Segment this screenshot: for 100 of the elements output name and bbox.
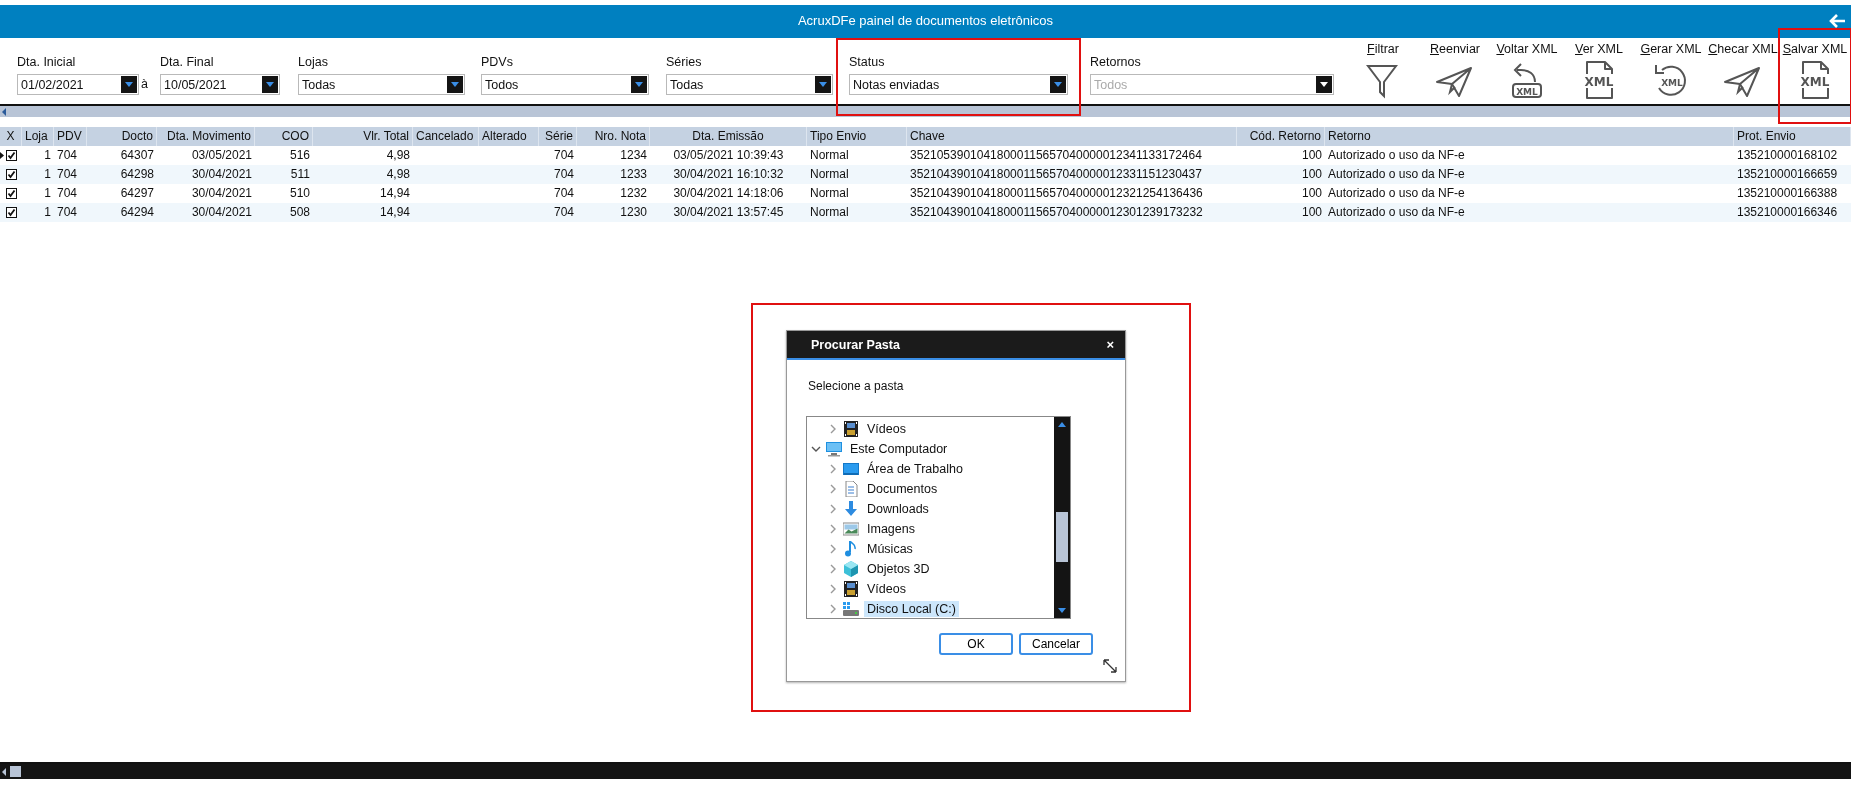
- table-cell-text: 30/04/2021 13:57:45: [673, 204, 784, 221]
- table-cell-text: 64307: [120, 147, 154, 164]
- column-header[interactable]: PDV: [57, 127, 82, 146]
- column-header[interactable]: Cancelado: [416, 127, 474, 146]
- tree-item[interactable]: Objetos 3D: [864, 561, 933, 577]
- dropdown-field[interactable]: 10/05/2021: [160, 74, 280, 95]
- film-icon: [843, 581, 859, 597]
- window-title: AcruxDFe painel de documentos eletrônicos: [797, 13, 1054, 28]
- scroll-bar[interactable]: [0, 762, 1851, 779]
- table-cell-text: 508: [289, 204, 310, 221]
- tree-item[interactable]: Disco Local (C:): [864, 601, 959, 617]
- dialog-button[interactable]: Cancelar: [1019, 633, 1093, 655]
- scroll-left-icon: [2, 767, 6, 776]
- table-cell-text: 704: [57, 166, 78, 183]
- tree-item[interactable]: Downloads: [864, 501, 932, 517]
- filter-label: Retornos: [1090, 55, 1141, 71]
- row-checkbox[interactable]: [5, 150, 17, 161]
- column-header[interactable]: Tipo Envio: [810, 127, 867, 146]
- dropdown-field[interactable]: Todas: [298, 74, 465, 95]
- table-cell-text: 100: [1301, 204, 1322, 221]
- toolbar-button[interactable]: Voltar XML XML: [1492, 42, 1562, 104]
- column-header[interactable]: Vlr. Total: [363, 127, 409, 146]
- dialog-button[interactable]: OK: [939, 633, 1013, 655]
- row-checkbox[interactable]: [5, 188, 17, 199]
- dropdown-field[interactable]: Todos: [481, 74, 649, 95]
- filter-label: Lojas: [298, 55, 328, 71]
- row-checkbox[interactable]: [5, 169, 17, 180]
- scroll-bar[interactable]: [1054, 417, 1070, 618]
- music-note-icon: [843, 541, 859, 557]
- column-header[interactable]: COO: [281, 127, 309, 146]
- filter-label: PDVs: [481, 55, 513, 71]
- tree-item[interactable]: Músicas: [864, 541, 916, 557]
- column-header[interactable]: Alterado: [482, 127, 527, 146]
- table-cell-text: 704: [57, 204, 78, 221]
- table-cell-text: 1: [44, 147, 51, 164]
- computer-icon: [826, 441, 842, 457]
- table-cell-text: Autorizado o uso da NF-e: [1328, 204, 1465, 221]
- table-cell-text: 03/05/2021: [191, 147, 252, 164]
- column-header[interactable]: Cód. Retorno: [1249, 127, 1321, 146]
- table-cell-text: Autorizado o uso da NF-e: [1328, 166, 1465, 183]
- tree-item[interactable]: Vídeos: [864, 421, 909, 437]
- dialog-prompt: Selecione a pasta: [808, 379, 904, 393]
- scroll-thumb[interactable]: [1056, 512, 1068, 562]
- scroll-thumb[interactable]: [10, 766, 21, 777]
- column-header[interactable]: Prot. Envio: [1737, 127, 1796, 146]
- table-cell-text: 1: [44, 166, 51, 183]
- dropdown-arrow-icon: [266, 82, 274, 87]
- column-header[interactable]: Nro. Nota: [594, 127, 646, 146]
- column-header[interactable]: Retorno: [1328, 127, 1371, 146]
- dialog-title-bar: Procurar Pasta ×: [787, 331, 1125, 360]
- column-header[interactable]: Dta. Emissão: [692, 127, 764, 146]
- dropdown-field[interactable]: Todas: [666, 74, 833, 95]
- column-header[interactable]: Chave: [910, 127, 945, 146]
- table-cell-text: 30/04/2021 14:18:06: [673, 185, 784, 202]
- table-cell-text: 1: [44, 204, 51, 221]
- back-arrow-icon[interactable]: [1829, 13, 1847, 29]
- cube-icon: [843, 561, 859, 577]
- toolbar-button[interactable]: Gerar XML XML: [1636, 42, 1706, 104]
- table-cell-text: 1233: [620, 166, 647, 183]
- tree-item[interactable]: Documentos: [864, 481, 941, 497]
- table-cell-text: 30/04/2021: [191, 185, 252, 202]
- scroll-bar[interactable]: [0, 104, 1851, 117]
- tree-item[interactable]: Vídeos: [864, 581, 909, 597]
- toolbar-button[interactable]: Ver XML XML: [1564, 42, 1634, 104]
- tree-item[interactable]: Este Computador: [847, 441, 951, 457]
- table-cell-text: 35210439010418000115657040000012301239173232: [910, 204, 1203, 221]
- table-cell-text: 100: [1301, 166, 1322, 183]
- table-cell-text: 704: [57, 185, 78, 202]
- toolbar-button[interactable]: Checar XML: [1708, 42, 1778, 104]
- row-checkbox[interactable]: [5, 207, 17, 218]
- table-cell-text: 1: [44, 185, 51, 202]
- column-header[interactable]: Série: [545, 127, 573, 146]
- column-header[interactable]: Loja: [25, 127, 48, 146]
- dropdown-field[interactable]: 01/02/2021: [17, 74, 139, 95]
- table-cell-text: 1232: [620, 185, 647, 202]
- table-cell-text: 135210000166388: [1737, 185, 1838, 202]
- down-arrow-icon: [843, 501, 859, 517]
- column-header[interactable]: Docto: [121, 127, 153, 146]
- close-button[interactable]: ×: [1104, 337, 1116, 352]
- toolbar-button[interactable]: Reenviar: [1420, 42, 1490, 104]
- tree-item[interactable]: Área de Trabalho: [864, 461, 966, 477]
- table-cell-text: 35210439010418000115657040000012331151230437: [910, 166, 1202, 183]
- table-cell-text: Autorizado o uso da NF-e: [1328, 147, 1465, 164]
- tree-item[interactable]: Imagens: [864, 521, 918, 537]
- column-header[interactable]: Dta. Movimento: [166, 127, 251, 146]
- dropdown-arrow-icon: [635, 82, 643, 87]
- table-cell-text: 1230: [620, 204, 647, 221]
- document-icon: [843, 481, 859, 497]
- table-cell-text: 516: [289, 147, 310, 164]
- table-cell-text: 100: [1301, 147, 1322, 164]
- dropdown-field[interactable]: Notas enviadas: [849, 74, 1068, 95]
- column-header[interactable]: X: [6, 127, 15, 146]
- film-icon: [843, 421, 859, 437]
- table-cell-text: Normal: [810, 147, 849, 164]
- toolbar-button[interactable]: Salvar XML XML: [1780, 42, 1850, 104]
- table-cell-text: 135210000166659: [1737, 166, 1838, 183]
- toolbar-button[interactable]: Filtrar: [1348, 42, 1418, 104]
- dropdown-arrow-icon: [819, 82, 827, 87]
- table-cell-text: 704: [57, 147, 78, 164]
- table-cell-text: 135210000166346: [1737, 204, 1838, 221]
